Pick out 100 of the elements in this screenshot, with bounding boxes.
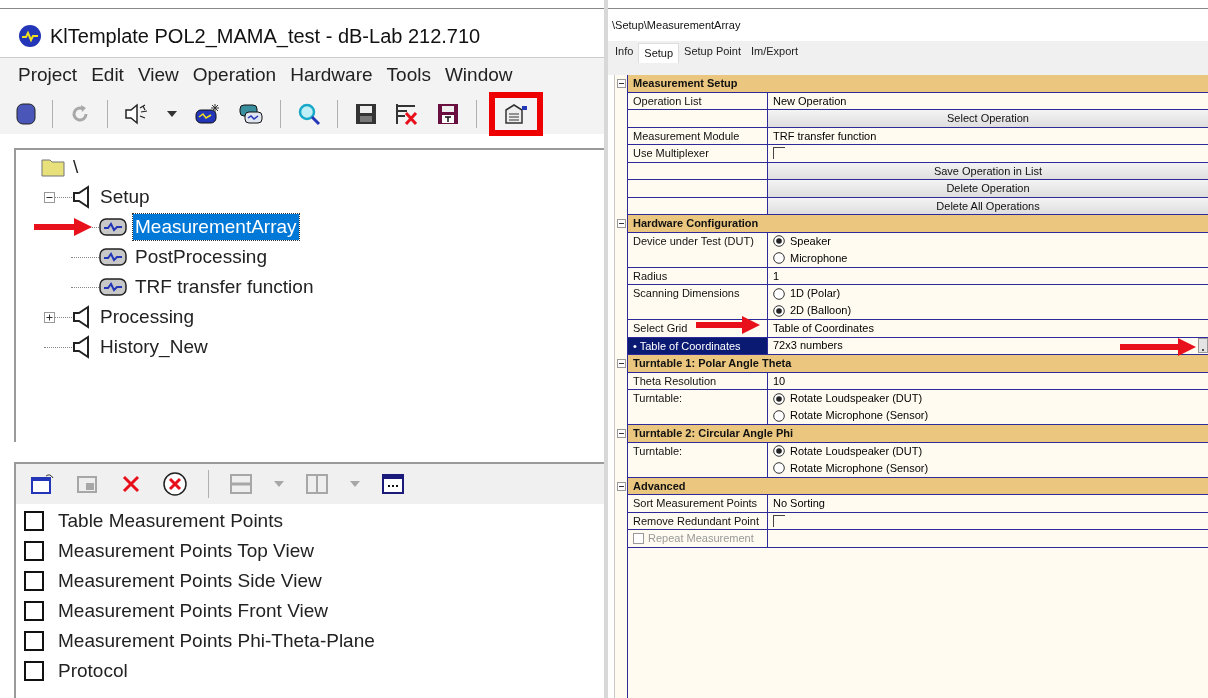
- tree-item[interactable]: Setup: [98, 184, 152, 210]
- close-all-icon: [162, 471, 188, 497]
- tree-item[interactable]: \: [71, 154, 81, 180]
- radio-button[interactable]: [773, 252, 785, 264]
- collapse-icon[interactable]: [616, 359, 626, 369]
- dropdown-caret-icon: [349, 480, 361, 488]
- view-option-label: Measurement Points Side View: [58, 568, 322, 593]
- search-icon: [297, 102, 321, 126]
- checkbox[interactable]: [24, 511, 44, 531]
- radio-button[interactable]: [773, 409, 785, 422]
- tree-item[interactable]: Processing: [98, 304, 196, 330]
- dropdown-caret-icon: [273, 480, 285, 488]
- columns-icon: [305, 473, 329, 495]
- close-icon: [120, 473, 142, 495]
- menu-item[interactable]: Tools: [386, 60, 431, 90]
- view-option-label: Measurement Points Top View: [58, 538, 314, 563]
- section-header: Turntable 2: Circular Angle Phi: [627, 425, 1208, 443]
- view-option-label: Measurement Points Front View: [58, 598, 328, 623]
- tab[interactable]: Setup: [638, 43, 680, 63]
- property-value: 10: [773, 374, 786, 387]
- checkbox[interactable]: [24, 601, 44, 621]
- tab[interactable]: Im/Export: [746, 43, 804, 60]
- modules-icon: [238, 102, 264, 126]
- tab[interactable]: Setup Point: [679, 43, 746, 60]
- tree-item[interactable]: History_New: [98, 334, 210, 360]
- checkbox[interactable]: [24, 661, 44, 681]
- menu-item[interactable]: Project: [18, 60, 78, 90]
- option-label: Rotate Loudspeaker (DUT): [790, 443, 923, 459]
- window-dots-icon: [381, 473, 405, 495]
- view-option-label: Protocol: [58, 658, 128, 683]
- property-label: Sort Measurement Points: [628, 495, 768, 513]
- property-label: Use Multiplexer: [628, 145, 768, 163]
- option-label: Rotate Loudspeaker (DUT): [790, 391, 923, 406]
- section-header: Hardware Configuration: [627, 215, 1208, 233]
- option-label: 1D (Polar): [790, 286, 841, 301]
- radio-button[interactable]: [773, 392, 785, 405]
- collapse-icon[interactable]: [616, 79, 626, 89]
- save-icon: [354, 102, 378, 126]
- property-label: Operation List: [628, 92, 768, 110]
- view-option-label: Table Measurement Points: [58, 508, 283, 533]
- menu-item[interactable]: Operation: [192, 60, 277, 90]
- property-label: Measurement Module: [628, 127, 768, 145]
- action-button[interactable]: Delete Operation: [768, 180, 1208, 197]
- tree-item[interactable]: MeasurementArray: [133, 214, 299, 240]
- delete-list-icon: [394, 102, 420, 126]
- breadcrumb-path: \Setup\MeasurementArray: [612, 17, 741, 33]
- property-value: 1: [773, 269, 780, 282]
- collapse-icon[interactable]: [44, 191, 55, 203]
- dropdown-caret-icon: [166, 110, 178, 118]
- menu-item[interactable]: Hardware: [290, 60, 373, 90]
- checkbox[interactable]: [773, 514, 785, 527]
- tree-item[interactable]: TRF transfer function: [133, 274, 316, 300]
- collapse-icon[interactable]: [616, 429, 626, 439]
- window-title: KlTemplate POL2_MAMA_test - dB-Lab 212.710: [50, 24, 481, 50]
- property-label: Remove Redundant Point: [628, 512, 768, 530]
- module-icon: [99, 277, 127, 297]
- menu-item[interactable]: Window: [444, 60, 513, 90]
- speaker-icon: [72, 335, 92, 359]
- property-value: No Sorting: [773, 497, 825, 509]
- action-button[interactable]: Select Operation: [768, 110, 1208, 127]
- section-header: Turntable 1: Polar Angle Theta: [627, 355, 1208, 373]
- radio-button[interactable]: [773, 304, 785, 317]
- option-label: Speaker: [790, 233, 831, 249]
- checkbox[interactable]: [773, 147, 785, 160]
- tab[interactable]: Info: [610, 43, 639, 60]
- property-value: New Operation: [773, 94, 847, 107]
- checkbox[interactable]: [24, 571, 44, 591]
- section-header: Measurement Setup: [627, 75, 1208, 93]
- property-label: Radius: [628, 267, 768, 285]
- view-option-label: Measurement Points Phi-Theta-Plane: [58, 628, 375, 653]
- speaker-icon: [124, 102, 150, 126]
- new-window-icon: [30, 472, 56, 496]
- checkbox[interactable]: [24, 541, 44, 561]
- save-template-icon: [436, 102, 460, 126]
- speaker-icon: [72, 305, 92, 329]
- browse-button[interactable]: [1198, 338, 1208, 354]
- module-icon: [194, 102, 222, 126]
- menu-item[interactable]: Edit: [91, 60, 124, 90]
- tree-item[interactable]: PostProcessing: [133, 244, 269, 270]
- radio-button[interactable]: [773, 235, 785, 247]
- module-icon: [99, 217, 127, 237]
- collapse-icon[interactable]: [616, 219, 626, 229]
- property-label: Device under Test (DUT): [628, 232, 768, 268]
- property-value: Table of Coordinates: [773, 322, 874, 334]
- radio-button[interactable]: [773, 445, 785, 457]
- checkbox[interactable]: [24, 631, 44, 651]
- menu-item[interactable]: View: [137, 60, 179, 90]
- expand-icon[interactable]: [44, 311, 55, 323]
- radio-button[interactable]: [773, 287, 785, 300]
- folder-icon: [41, 157, 65, 177]
- radio-button[interactable]: [773, 462, 785, 474]
- property-label: Turntable:: [628, 442, 768, 478]
- property-label: Select Grid: [628, 320, 768, 338]
- property-label: Theta Resolution: [628, 372, 768, 390]
- option-label: Microphone: [790, 250, 848, 266]
- collapse-icon[interactable]: [616, 481, 626, 491]
- speaker-icon: [72, 185, 92, 209]
- property-label: Repeat Measurement: [648, 530, 754, 546]
- option-label: Rotate Microphone (Sensor): [790, 408, 929, 423]
- property-value: TRF transfer function: [773, 129, 877, 142]
